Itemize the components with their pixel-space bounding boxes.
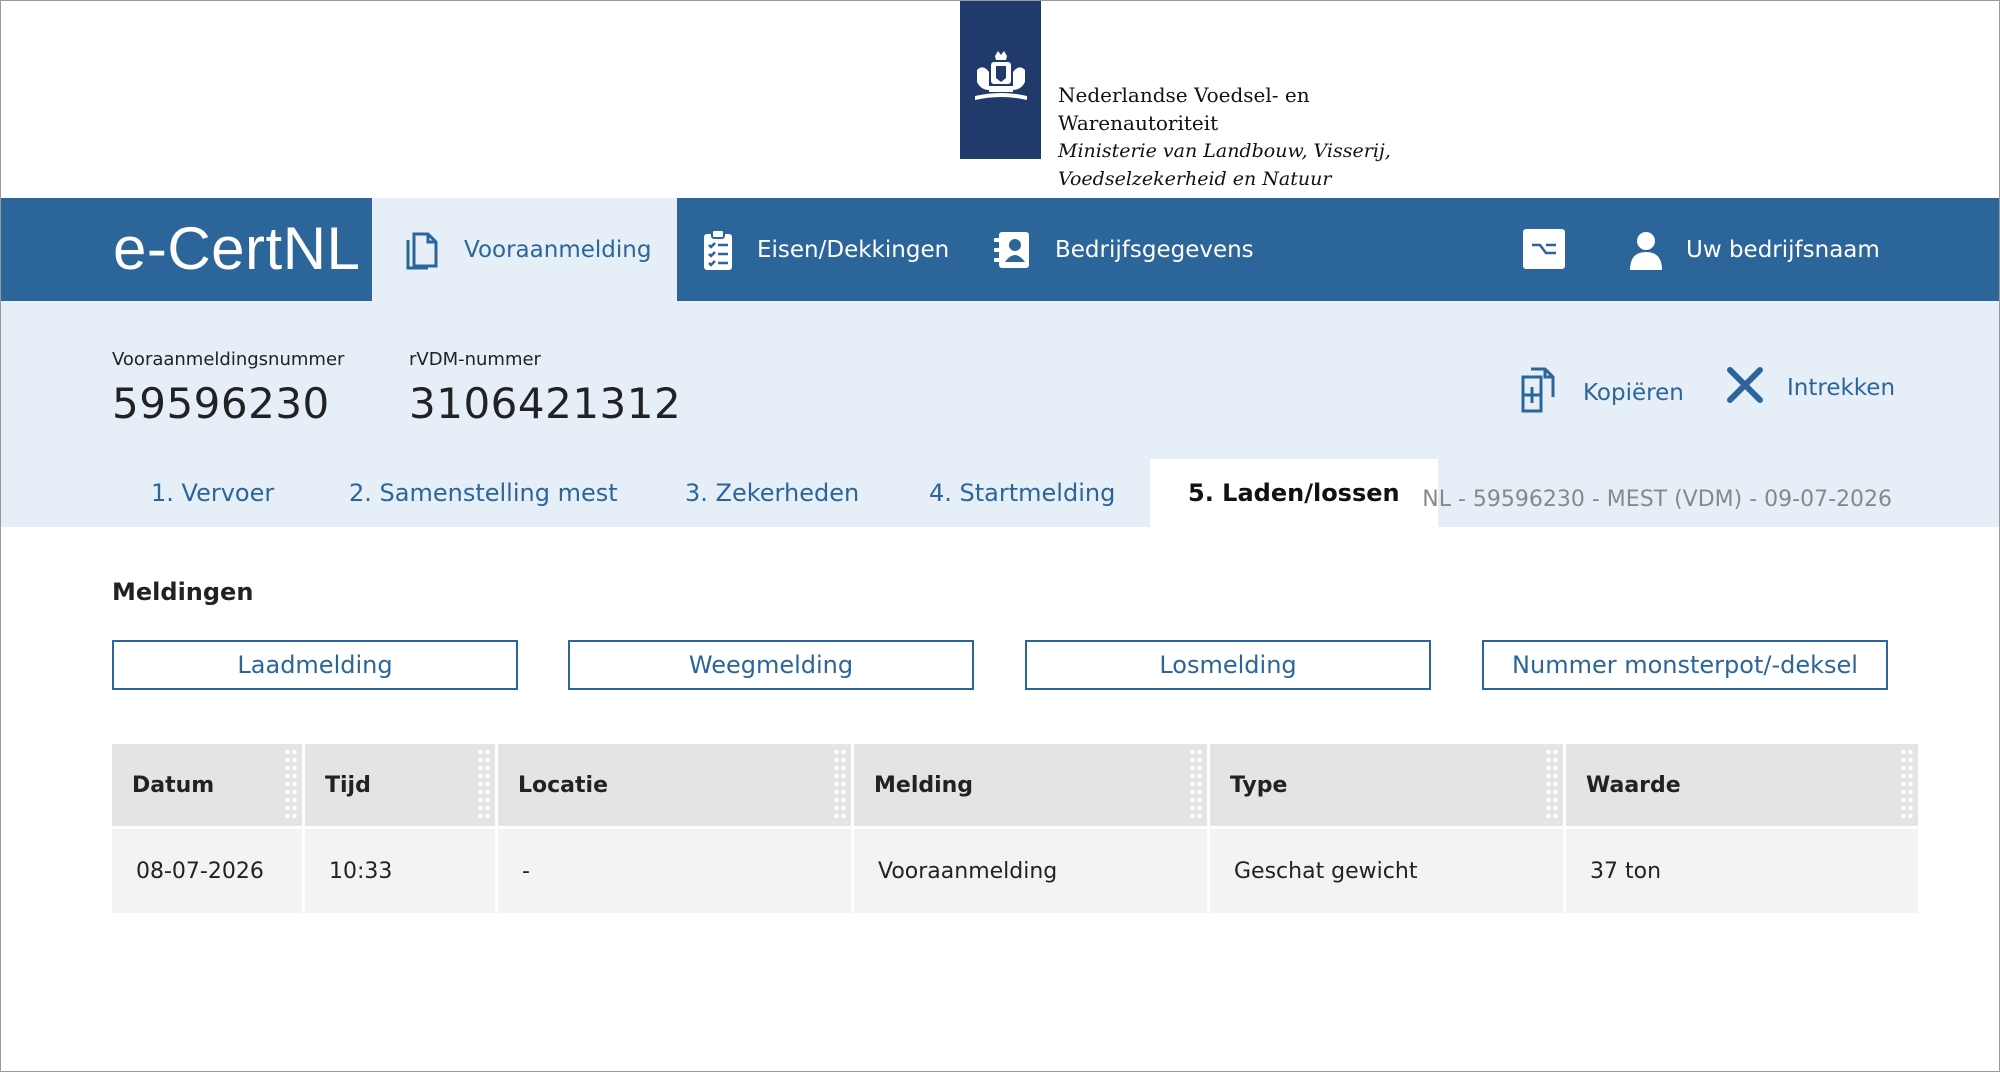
nav-item-label: Vooraanmelding bbox=[464, 236, 652, 263]
copy-button[interactable]: Kopiëren bbox=[1517, 365, 1684, 421]
table-cell-tijd: 10:33 bbox=[305, 829, 495, 913]
column-header-label: Type bbox=[1230, 772, 1288, 798]
column-resize-handle[interactable] bbox=[833, 748, 847, 820]
rvdm-number-value: 3106421312 bbox=[409, 379, 682, 428]
tab-zekerheden[interactable]: 3. Zekerheden bbox=[685, 459, 859, 527]
nav-item-vooraanmelding[interactable]: Vooraanmelding bbox=[372, 198, 678, 301]
document-copy-icon bbox=[402, 228, 442, 272]
clipboard-checklist-icon bbox=[701, 228, 735, 272]
account-menu[interactable]: Uw bedrijfsnaam bbox=[1628, 198, 1880, 301]
table-cell-melding: Vooraanmelding bbox=[854, 829, 1207, 913]
logo-line: Warenautoriteit bbox=[1058, 111, 1219, 135]
tab-startmelding[interactable]: 4. Startmelding bbox=[929, 459, 1115, 527]
notifications-table: Datum Tijd Locatie Melding Type Waarde 0… bbox=[112, 744, 1918, 913]
table-cell-datum: 08-07-2026 bbox=[112, 829, 302, 913]
unload-notification-button[interactable]: Losmelding bbox=[1025, 640, 1431, 690]
table-row[interactable]: 08-07-2026 10:33 - Vooraanmelding Gescha… bbox=[112, 826, 1918, 913]
tab-laden-lossen[interactable]: 5. Laden/lossen bbox=[1150, 459, 1438, 527]
column-header-label: Datum bbox=[132, 772, 215, 798]
rvdm-number-label: rVDM-nummer bbox=[409, 349, 541, 370]
section-title: Meldingen bbox=[112, 578, 254, 606]
withdraw-label: Intrekken bbox=[1787, 375, 1896, 401]
logo-text: Nederlandse Voedsel- en Warenautoriteit … bbox=[1058, 81, 1418, 193]
copy-label: Kopiëren bbox=[1583, 380, 1684, 406]
main-navigation: e-CertNL Vooraanmelding Eisen/Dekkingen … bbox=[1, 198, 1999, 301]
column-resize-handle[interactable] bbox=[284, 748, 298, 820]
preregistration-number-label: Vooraanmeldingsnummer bbox=[112, 349, 345, 370]
preregistration-number-value: 59596230 bbox=[112, 379, 330, 428]
load-notification-button[interactable]: Laadmelding bbox=[112, 640, 518, 690]
table-cell-type: Geschat gewicht bbox=[1210, 829, 1563, 913]
copy-add-icon bbox=[1517, 365, 1561, 421]
column-header-label: Melding bbox=[874, 772, 974, 798]
logo-ministry-line: Ministerie van Landbouw, Visserij, bbox=[1058, 140, 1391, 162]
close-icon bbox=[1725, 365, 1765, 411]
tab-vervoer[interactable]: 1. Vervoer bbox=[151, 459, 274, 527]
column-header-melding[interactable]: Melding bbox=[854, 744, 1207, 826]
nav-item-label: Eisen/Dekkingen bbox=[757, 236, 950, 263]
column-header-waarde[interactable]: Waarde bbox=[1566, 744, 1918, 826]
column-header-label: Waarde bbox=[1586, 772, 1681, 798]
logo-line: Nederlandse Voedsel- en bbox=[1058, 83, 1310, 107]
withdraw-button[interactable]: Intrekken bbox=[1725, 365, 1895, 411]
column-header-tijd[interactable]: Tijd bbox=[305, 744, 495, 826]
table-cell-waarde: 37 ton bbox=[1566, 829, 1918, 913]
logo-ministry-line: Voedselzekerheid en Natuur bbox=[1058, 168, 1332, 190]
sample-pot-number-button[interactable]: Nummer monsterpot/-deksel bbox=[1482, 640, 1888, 690]
account-name: Uw bedrijfsnaam bbox=[1686, 236, 1880, 263]
app-brand[interactable]: e-CertNL bbox=[113, 214, 360, 283]
crest-icon bbox=[960, 1, 1041, 159]
column-header-label: Tijd bbox=[325, 772, 371, 798]
column-resize-handle[interactable] bbox=[1545, 748, 1559, 820]
contact-card-icon bbox=[993, 228, 1033, 272]
table-header: Datum Tijd Locatie Melding Type Waarde bbox=[112, 744, 1918, 826]
user-icon bbox=[1628, 230, 1664, 270]
tab-samenstelling-mest[interactable]: 2. Samenstelling mest bbox=[349, 459, 618, 527]
table-cell-locatie: - bbox=[498, 829, 851, 913]
column-resize-handle[interactable] bbox=[1900, 748, 1914, 820]
column-header-label: Locatie bbox=[518, 772, 608, 798]
nav-item-label: Bedrijfsgegevens bbox=[1055, 236, 1254, 263]
column-header-datum[interactable]: Datum bbox=[112, 744, 302, 826]
nav-item-eisen-dekkingen[interactable]: Eisen/Dekkingen bbox=[701, 198, 949, 301]
column-header-type[interactable]: Type bbox=[1210, 744, 1563, 826]
column-resize-handle[interactable] bbox=[1189, 748, 1203, 820]
nav-item-bedrijfsgegevens[interactable]: Bedrijfsgegevens bbox=[993, 198, 1254, 301]
record-header: Vooraanmeldingsnummer 59596230 rVDM-numm… bbox=[1, 301, 1999, 527]
column-resize-handle[interactable] bbox=[477, 748, 491, 820]
column-header-locatie[interactable]: Locatie bbox=[498, 744, 851, 826]
weigh-notification-button[interactable]: Weegmelding bbox=[568, 640, 974, 690]
document-reference: NL - 59596230 - MEST (VDM) - 09-07-2026 bbox=[1422, 487, 1892, 512]
switch-icon[interactable] bbox=[1523, 229, 1565, 269]
